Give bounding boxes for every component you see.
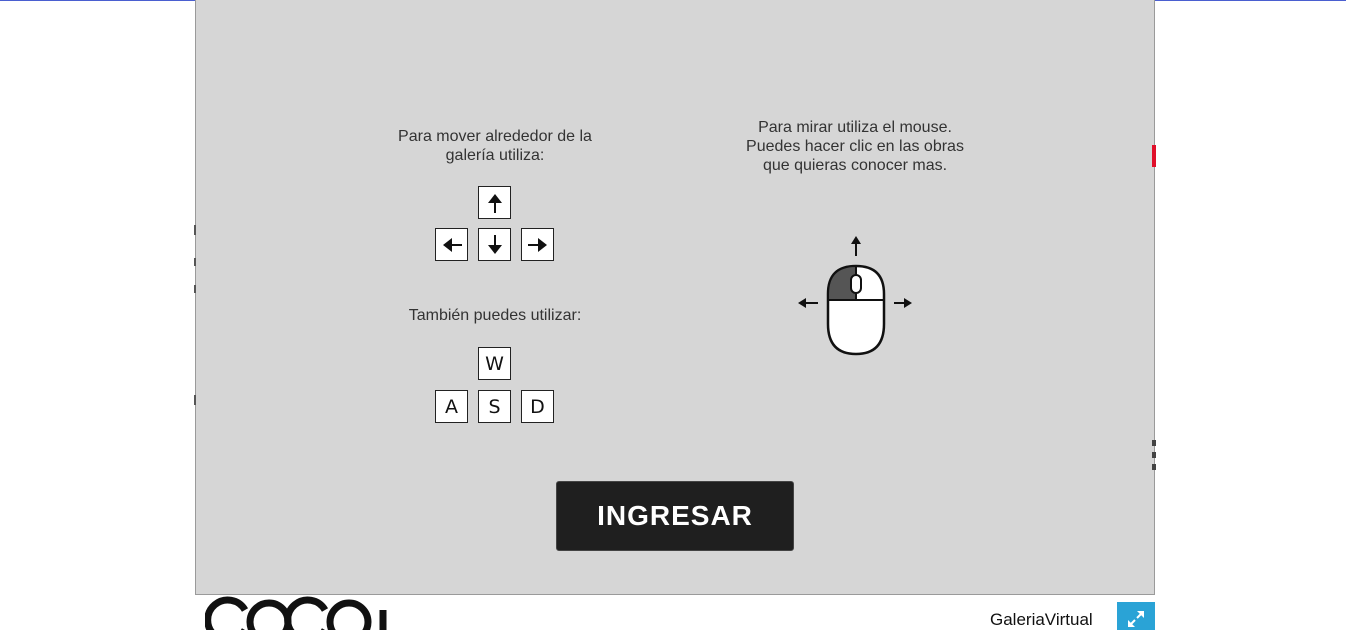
look-instructions-line: Puedes hacer clic en las obras (746, 138, 964, 155)
arrow-down-key (478, 228, 511, 261)
arrow-up-key (478, 186, 511, 219)
background-peek (194, 258, 196, 266)
background-peek (1152, 452, 1156, 458)
arrow-up-icon (487, 193, 502, 213)
enter-button[interactable]: INGRESAR (556, 481, 794, 551)
arrow-right-icon (527, 237, 547, 252)
arrow-left-key (435, 228, 468, 261)
move-instructions-line: Para mover alrededor de la (398, 128, 592, 145)
a-key: A (435, 390, 468, 423)
expand-icon (1128, 611, 1144, 627)
background-peek (1152, 464, 1156, 470)
look-instructions-line: Para mirar utiliza el mouse. (758, 119, 952, 136)
move-instructions-line: galería utiliza: (445, 147, 545, 164)
background-peek (1152, 440, 1156, 446)
background-peek (194, 395, 196, 405)
arrow-left-icon (442, 237, 462, 252)
fullscreen-button[interactable] (1117, 602, 1155, 630)
look-instructions: Para mirar utiliza el mouse. Puedes hace… (720, 118, 990, 175)
cocoa-logo-icon (205, 596, 387, 630)
move-instructions: Para mover alrededor de la galería utili… (380, 127, 610, 165)
s-key: S (478, 390, 511, 423)
arrow-down-icon (487, 234, 502, 254)
d-key: D (521, 390, 554, 423)
background-peek (194, 285, 196, 293)
w-key: W (478, 347, 511, 380)
mouse-icon (798, 236, 912, 356)
background-peek (194, 225, 196, 235)
alternative-keys-label: También puedes utilizar: (408, 307, 582, 324)
gallery-title: GaleriaVirtual (990, 610, 1093, 629)
arrow-right-key (521, 228, 554, 261)
look-instructions-line: que quieras conocer mas. (762, 157, 948, 174)
background-peek (1152, 145, 1156, 167)
